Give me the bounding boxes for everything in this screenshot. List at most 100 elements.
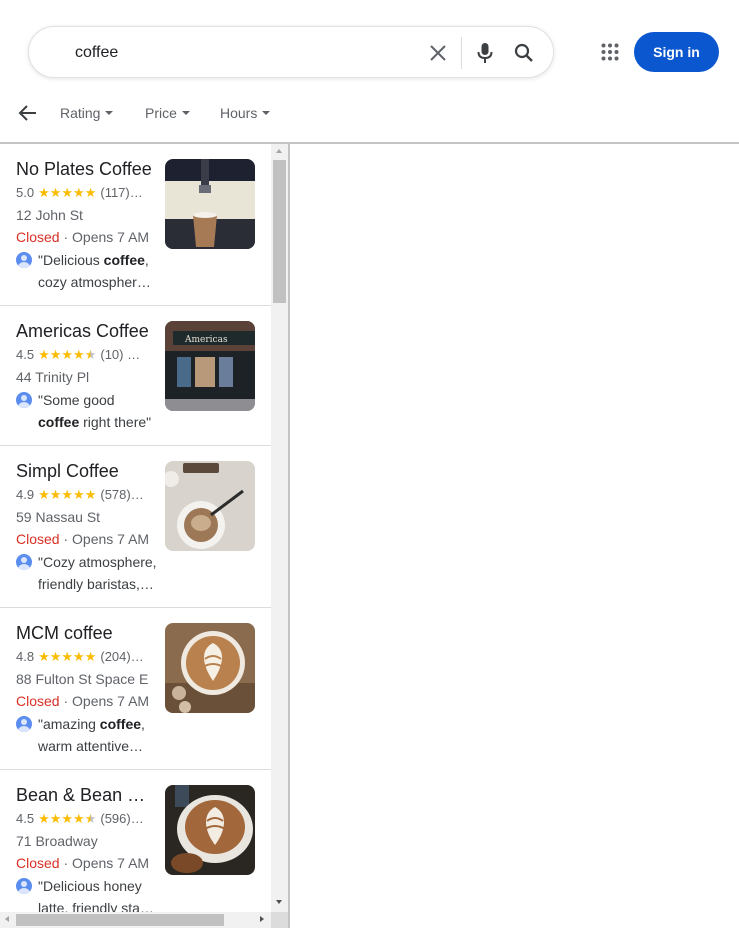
star-icon: ★ xyxy=(38,487,50,502)
place-name[interactable]: Americas Coffee xyxy=(16,321,156,342)
rating-value: 4.9 xyxy=(16,487,35,502)
place-photo[interactable]: Americas xyxy=(165,321,255,411)
opening-time: · Opens 7 AM xyxy=(59,229,150,245)
place-rating: 5.0 ★ ★ ★ ★ ★ (117)… xyxy=(16,185,158,200)
star-icon: ★ xyxy=(84,649,97,664)
place-rating: 4.5 ★ ★ ★ ★ ★ (10) … xyxy=(16,347,158,362)
filter-label: Rating xyxy=(60,105,101,121)
results-list: No Plates Coffee 5.0 ★ ★ ★ ★ ★ (117)… 12 Joh… xyxy=(0,144,271,912)
place-photo[interactable] xyxy=(165,159,255,249)
reviewer-avatar-icon xyxy=(16,252,32,268)
status-closed: Closed xyxy=(16,229,60,245)
star-icon: ★ xyxy=(84,185,97,200)
review-keyword: coffee xyxy=(99,716,142,732)
opening-time: · Opens 7 AM xyxy=(59,693,150,709)
review-text: latte, friendly sta… xyxy=(38,900,154,912)
review-line-1: "Delicious coffee, xyxy=(38,251,158,269)
page: Sign in Rating Price Hours No Plates Cof… xyxy=(0,0,739,928)
results-horizontal-scrollbar[interactable] xyxy=(0,912,271,928)
scroll-down-arrow-icon[interactable] xyxy=(276,900,282,904)
place-address: 12 John St xyxy=(16,207,83,223)
search-button[interactable] xyxy=(510,39,538,67)
place-photo[interactable] xyxy=(165,785,255,875)
review-text: "Delicious xyxy=(38,252,104,268)
scroll-left-arrow-icon[interactable] xyxy=(5,916,9,922)
filter-rating[interactable]: Rating xyxy=(60,104,114,122)
star-icon: ★ xyxy=(61,347,74,362)
rating-value: 4.5 xyxy=(16,811,35,826)
star-icon: ★ xyxy=(49,185,62,200)
review-keyword: coffee xyxy=(38,414,80,430)
map-panel[interactable] xyxy=(290,144,739,928)
status-closed: Closed xyxy=(16,531,60,547)
review-text: "Cozy atmosphere, xyxy=(38,554,157,570)
clear-search-button[interactable] xyxy=(424,39,452,67)
star-icon: ★ xyxy=(84,487,97,502)
apps-button[interactable] xyxy=(596,38,624,66)
back-button[interactable] xyxy=(16,101,40,125)
star-icon: ★ xyxy=(73,811,85,826)
star-icon: ★ xyxy=(38,185,50,200)
star-icon: ★ xyxy=(38,649,50,664)
place-name[interactable]: Simpl Coffee xyxy=(16,461,156,482)
review-count: (578)… xyxy=(100,487,144,502)
review-line-1: "Some good xyxy=(38,391,158,409)
review-count: (10) … xyxy=(100,347,141,362)
result-item-mcm-coffee[interactable]: MCM coffee 4.8 ★ ★ ★ ★ ★ (204)… 88 Fulton St… xyxy=(0,608,271,770)
place-hours: Closed · Opens 7 AM xyxy=(16,229,149,245)
voice-search-button[interactable] xyxy=(471,39,499,67)
status-closed: Closed xyxy=(16,855,60,871)
scroll-up-arrow-icon[interactable] xyxy=(276,149,282,153)
star-icon: ★ xyxy=(84,811,97,826)
review-text: , xyxy=(141,716,145,732)
result-item-no-plates-coffee[interactable]: No Plates Coffee 5.0 ★ ★ ★ ★ ★ (117)… 12 Joh… xyxy=(0,144,271,306)
place-photo[interactable] xyxy=(165,623,255,713)
review-count: (117)… xyxy=(100,185,143,200)
place-photo[interactable] xyxy=(165,461,255,551)
search-input[interactable] xyxy=(75,41,405,65)
review-line-2: coffee right there" xyxy=(38,413,158,431)
rating-stars: ★ ★ ★ ★ ★ xyxy=(38,812,96,825)
filter-label: Hours xyxy=(220,105,258,121)
result-item-bean-and-bean[interactable]: Bean & Bean … 4.5 ★ ★ ★ ★ ★ (596)… 71 Broadw… xyxy=(0,770,271,912)
review-text: "Some good xyxy=(38,392,115,408)
reviewer-avatar-icon xyxy=(16,716,32,732)
review-text: warm attentive… xyxy=(38,738,144,754)
star-icon: ★ xyxy=(73,487,85,502)
svg-text:Americas: Americas xyxy=(184,335,228,345)
microphone-icon xyxy=(477,43,493,63)
place-rating: 4.8 ★ ★ ★ ★ ★ (204)… xyxy=(16,649,158,664)
review-keyword: coffee xyxy=(103,252,145,268)
filter-price[interactable]: Price xyxy=(145,104,190,122)
scrollbar-thumb[interactable] xyxy=(16,914,224,926)
star-icon: ★ xyxy=(61,811,74,826)
place-hours: Closed · Opens 7 AM xyxy=(16,531,149,547)
caret-down-icon xyxy=(262,111,271,115)
opening-time: · Opens 7 AM xyxy=(59,531,150,547)
result-item-americas-coffee[interactable]: Americas Coffee 4.5 ★ ★ ★ ★ ★ (10) … 44 Trin… xyxy=(0,306,271,446)
star-icon: ★ xyxy=(61,649,74,664)
search-icon xyxy=(514,43,533,62)
scrollbar-thumb[interactable] xyxy=(273,160,286,303)
rating-value: 4.8 xyxy=(16,649,35,664)
result-item-simpl-coffee[interactable]: Simpl Coffee 4.9 ★ ★ ★ ★ ★ (578)… 59 Nassau … xyxy=(0,446,271,608)
search-box[interactable] xyxy=(28,26,554,78)
filter-hours[interactable]: Hours xyxy=(220,104,271,122)
reviewer-avatar-icon xyxy=(16,554,32,570)
review-line-1: "Delicious honey xyxy=(38,877,158,895)
review-text: "amazing xyxy=(38,716,100,732)
reviewer-avatar-icon xyxy=(16,392,32,408)
review-text: cozy atmospher… xyxy=(38,274,151,290)
close-icon xyxy=(430,45,446,61)
rating-value: 4.5 xyxy=(16,347,35,362)
caret-down-icon xyxy=(105,111,114,115)
place-name[interactable]: Bean & Bean … xyxy=(16,785,156,806)
scroll-right-arrow-icon[interactable] xyxy=(260,916,264,922)
place-name[interactable]: MCM coffee xyxy=(16,623,156,644)
place-rating: 4.5 ★ ★ ★ ★ ★ (596)… xyxy=(16,811,158,826)
review-text: "Delicious honey xyxy=(38,878,142,894)
star-icon: ★ xyxy=(49,347,62,362)
place-name[interactable]: No Plates Coffee xyxy=(16,159,156,180)
results-vertical-scrollbar[interactable] xyxy=(271,144,288,912)
sign-in-button[interactable]: Sign in xyxy=(634,32,719,72)
